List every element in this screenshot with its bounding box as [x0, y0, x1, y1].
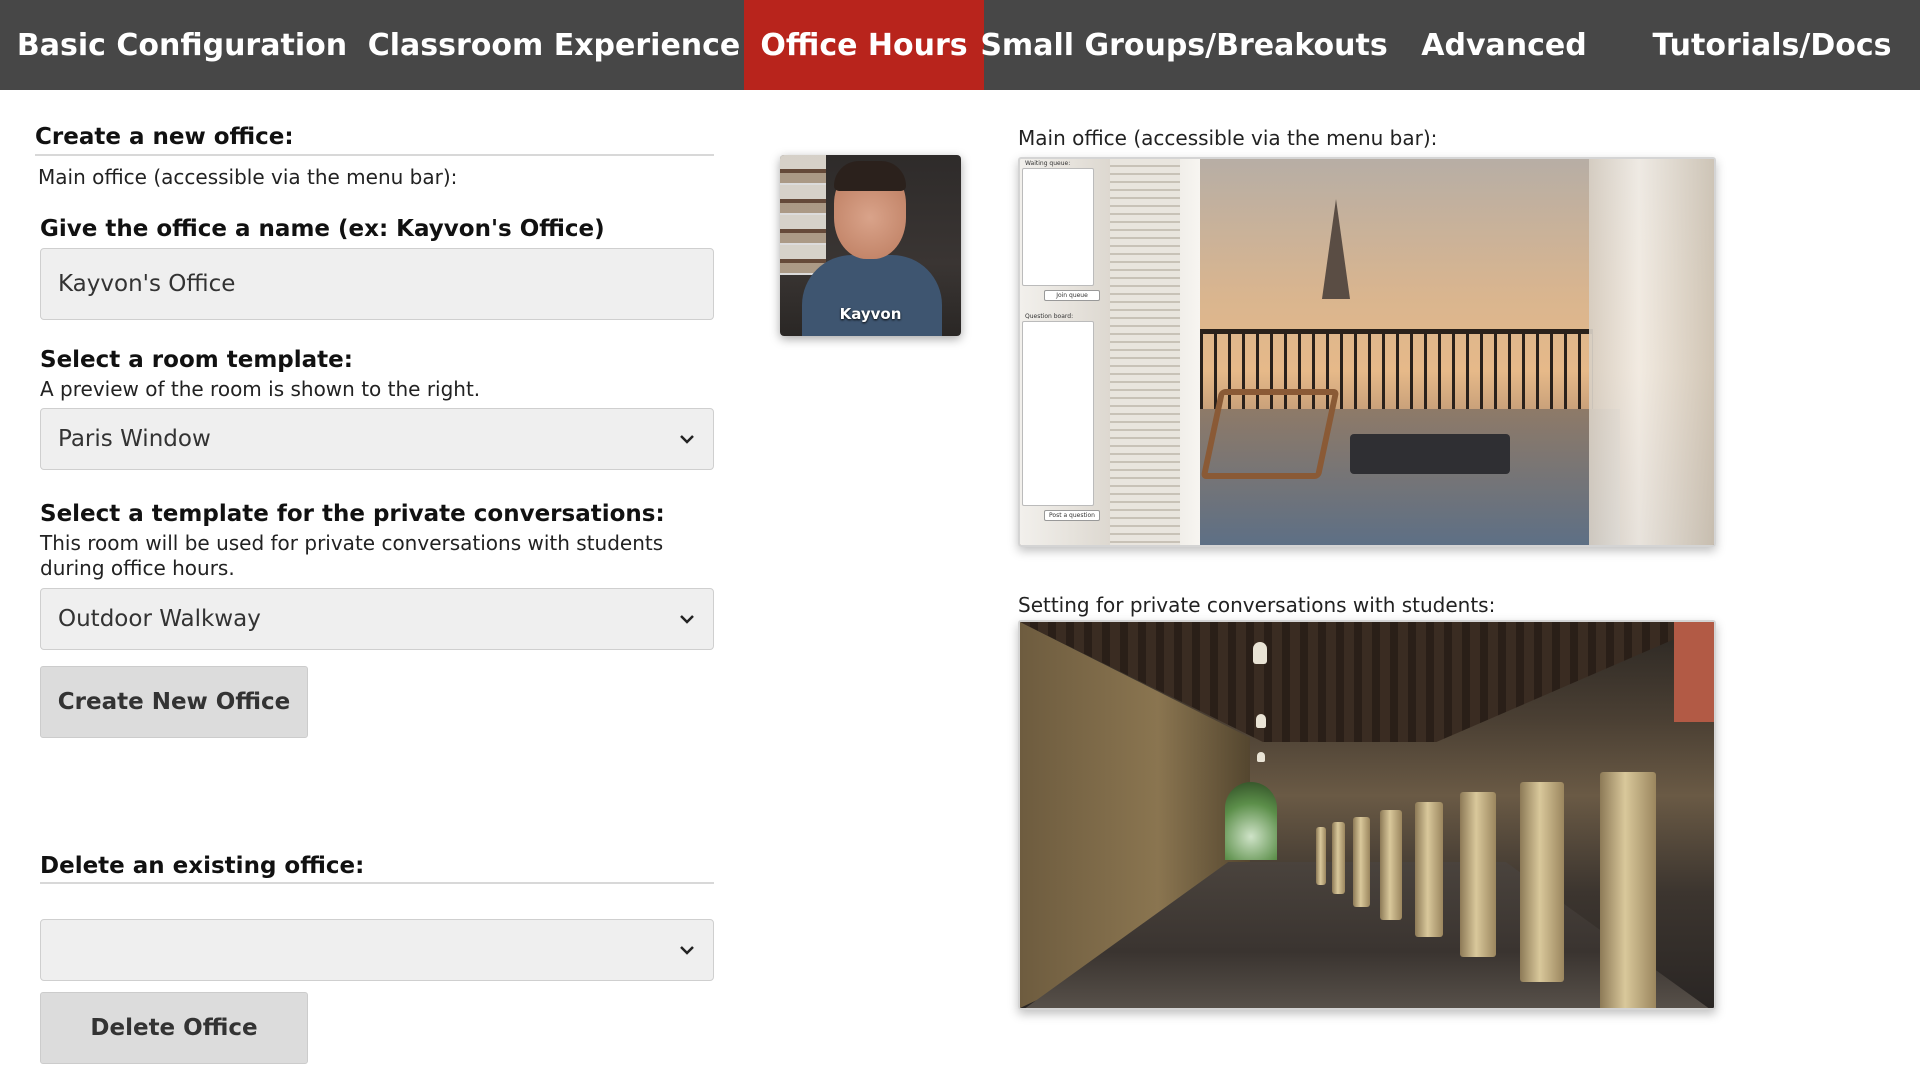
delete-office-divider: [40, 882, 714, 884]
room-template-select[interactable]: Paris Window: [40, 408, 714, 470]
person-hair: [834, 161, 906, 191]
chevron-down-icon: [678, 610, 696, 628]
question-board-label: Question board:: [1025, 313, 1074, 320]
sandstone-column: [1316, 827, 1326, 885]
tab-small-groups-breakouts[interactable]: Small Groups/Breakouts: [980, 0, 1387, 90]
lounge-chair: [1200, 389, 1340, 479]
walkway-far-arch: [1225, 782, 1277, 860]
private-template-label: Select a template for the private conver…: [40, 501, 665, 527]
office-name-label: Give the office a name (ex: Kayvon's Off…: [40, 216, 605, 242]
private-template-help-2: during office hours.: [40, 556, 235, 580]
hanging-lamp: [1257, 752, 1265, 762]
sandstone-column: [1460, 792, 1496, 957]
private-template-select[interactable]: Outdoor Walkway: [40, 588, 714, 650]
private-setting-caption: Setting for private conversations with s…: [1018, 593, 1496, 617]
private-template-value: Outdoor Walkway: [58, 606, 261, 632]
window-shutter: [1110, 159, 1180, 545]
private-setting-preview: [1018, 620, 1716, 1010]
main-office-caption: Main office (accessible via the menu bar…: [1018, 126, 1438, 150]
person-shirt: [802, 255, 942, 336]
question-board-panel: Question board:: [1022, 313, 1094, 506]
main-office-preview: Waiting queue: Join queue Question board…: [1018, 157, 1716, 547]
tab-tutorials-docs[interactable]: Tutorials/Docs: [1624, 0, 1920, 90]
sandstone-column: [1380, 810, 1402, 920]
sandstone-column: [1520, 782, 1564, 982]
webcam-video-tile: Kayvon: [780, 155, 961, 336]
office-name-input[interactable]: [40, 248, 714, 320]
bookshelf-background: [780, 155, 826, 275]
room-template-label: Select a room template:: [40, 347, 353, 373]
create-office-divider: [35, 154, 714, 156]
tile-roof: [1674, 622, 1714, 722]
chevron-down-icon: [678, 941, 696, 959]
hanging-lamp: [1256, 714, 1266, 728]
hanging-lamp: [1253, 642, 1267, 664]
join-queue-button[interactable]: Join queue: [1044, 290, 1100, 301]
sandstone-column: [1415, 802, 1443, 937]
sandstone-column: [1600, 772, 1656, 1008]
delete-office-button[interactable]: Delete Office: [40, 992, 308, 1064]
create-new-office-button[interactable]: Create New Office: [40, 666, 308, 738]
private-template-help-1: This room will be used for private conve…: [40, 531, 664, 555]
tab-basic-configuration[interactable]: Basic Configuration: [0, 0, 364, 90]
french-door-right: [1589, 159, 1714, 545]
delete-office-heading: Delete an existing office:: [40, 853, 365, 879]
create-office-subtext: Main office (accessible via the menu bar…: [38, 165, 458, 189]
participant-name-label: Kayvon: [839, 305, 902, 323]
tab-advanced[interactable]: Advanced: [1384, 0, 1624, 90]
coffee-table: [1350, 434, 1510, 474]
room-template-help: A preview of the room is shown to the ri…: [40, 377, 481, 401]
room-template-value: Paris Window: [58, 426, 211, 452]
post-question-button[interactable]: Post a question: [1044, 510, 1100, 521]
top-nav: Basic Configuration Classroom Experience…: [0, 0, 1920, 90]
waiting-queue-label: Waiting queue:: [1025, 160, 1071, 167]
waiting-queue-panel: Waiting queue:: [1022, 160, 1094, 286]
tab-classroom-experience[interactable]: Classroom Experience: [364, 0, 744, 90]
chevron-down-icon: [678, 430, 696, 448]
sandstone-column: [1332, 822, 1345, 894]
eiffel-tower: [1322, 199, 1350, 299]
sandstone-column: [1353, 817, 1370, 907]
tab-office-hours[interactable]: Office Hours: [744, 0, 984, 90]
create-office-heading: Create a new office:: [35, 124, 294, 150]
delete-office-select[interactable]: [40, 919, 714, 981]
